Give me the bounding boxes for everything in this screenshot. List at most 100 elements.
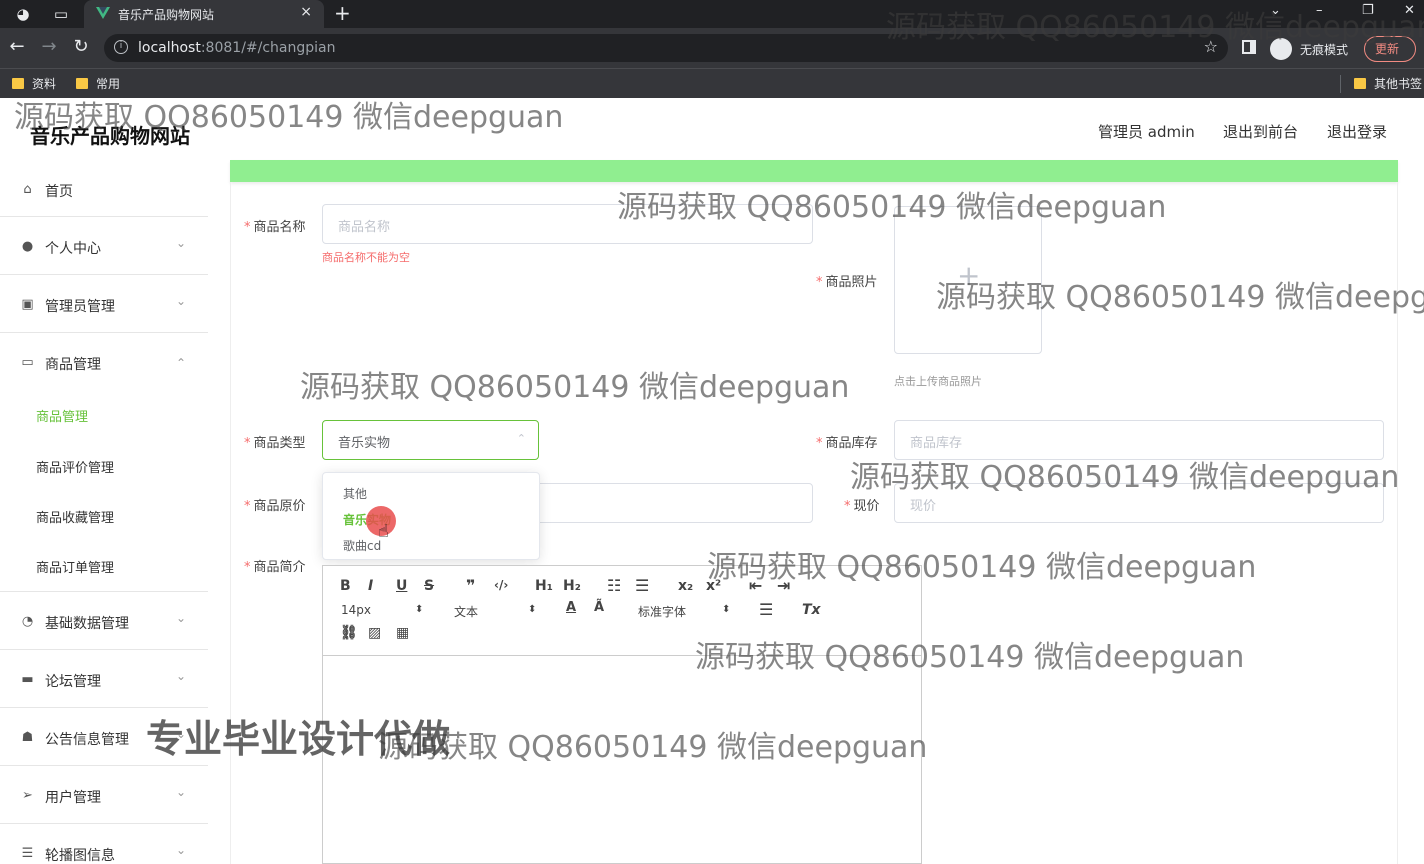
name-input[interactable]: 商品名称 [322, 204, 813, 244]
photo-label: * 商品照片 [816, 275, 878, 290]
chevron-down-icon: ⌄ [175, 294, 186, 308]
chevron-down-icon: ⌄ [175, 785, 186, 799]
sidebar-item-carousel[interactable]: ☰ 轮播图信息 ⌄ [0, 825, 208, 864]
bold-icon[interactable]: B [340, 578, 351, 594]
superscript-icon[interactable]: x² [706, 578, 721, 594]
bookmark-folder-other[interactable]: 其他书签 [1354, 75, 1422, 92]
admin-user-label: 管理员 admin [1098, 123, 1195, 141]
type-select[interactable]: 音乐实物 ⌃ [322, 420, 539, 460]
align-icon[interactable]: ☰ [759, 600, 773, 619]
chevron-up-icon: ⌃ [175, 356, 186, 370]
submenu-product-manage[interactable]: 商品管理 [36, 406, 88, 425]
price-label: * 现价 [844, 499, 880, 514]
bookmark-folder-changyong[interactable]: 常用 [76, 75, 120, 92]
minimize-icon[interactable]: – [1316, 3, 1323, 18]
logout-link[interactable]: 退出登录 [1327, 121, 1387, 142]
header1-icon[interactable]: H₁ [535, 578, 553, 594]
app-header: 音乐产品购物网站 管理员 admin 退出到前台 退出登录 [0, 98, 1424, 160]
restore-icon[interactable]: ❐ [1362, 3, 1374, 18]
image-icon[interactable]: ▨ [368, 625, 381, 641]
bookmark-star-icon[interactable]: ☆ [1204, 37, 1218, 56]
browser-globe-icon[interactable]: ◕ [14, 5, 32, 23]
sidebar-item-label: 首页 [45, 184, 73, 200]
exit-to-front-link[interactable]: 退出到前台 [1223, 121, 1298, 142]
submenu-product-favorite[interactable]: 商品收藏管理 [36, 507, 114, 526]
background-color-icon[interactable]: Ã [594, 600, 604, 615]
site-info-icon[interactable]: i [114, 40, 128, 54]
chevron-up-icon: ⌃ [516, 432, 526, 445]
new-tab-button[interactable]: + [334, 2, 351, 24]
link-icon[interactable]: ⛓ [340, 625, 358, 641]
tab-list-icon[interactable]: ⌄ [1270, 3, 1281, 18]
bookmark-separator [1340, 75, 1341, 93]
select-arrows-icon: ⬍ [722, 604, 731, 615]
tab-close-icon[interactable]: × [300, 4, 312, 20]
sidebar-item-profile[interactable]: ● 个人中心 ⌄ [0, 218, 208, 275]
incognito-icon[interactable] [1270, 38, 1292, 60]
folder-icon [76, 78, 88, 89]
price-input[interactable]: 现价 [894, 483, 1384, 523]
select-arrows-icon: ⬍ [415, 604, 424, 615]
code-icon[interactable]: ‹/› [494, 578, 508, 592]
stock-input[interactable]: 商品库存 [894, 420, 1384, 460]
chevron-down-icon: ⌄ [175, 669, 186, 683]
indent-icon[interactable]: ⇥ [777, 576, 790, 595]
select-arrows-icon: ⬍ [528, 604, 537, 615]
site-title: 音乐产品购物网站 [30, 124, 190, 148]
browser-tab-active[interactable]: 音乐产品购物网站 × [84, 0, 324, 28]
send-icon: ➢ [22, 788, 33, 803]
reload-icon[interactable]: ↻ [70, 36, 92, 58]
photo-upload[interactable]: + [894, 206, 1042, 354]
sidebar-item-admin[interactable]: ▣ 管理员管理 ⌄ [0, 276, 208, 333]
submenu-product-review[interactable]: 商品评价管理 [36, 457, 114, 476]
sidebar-item-users[interactable]: ➢ 用户管理 ⌄ [0, 767, 208, 824]
font-size-select[interactable]: 14px ⬍ [341, 603, 425, 617]
breadcrumb-bar [230, 160, 1398, 182]
incognito-label: 无痕模式 [1300, 43, 1349, 57]
side-panel-icon[interactable] [1242, 40, 1256, 54]
list-icon: ☰ [21, 846, 34, 861]
chevron-down-icon: ⌄ [175, 611, 186, 625]
close-window-icon[interactable]: ✕ [1404, 3, 1415, 18]
sidebar-item-forum[interactable]: ▬ 论坛管理 ⌄ [0, 651, 208, 708]
forward-icon[interactable]: → [38, 36, 60, 58]
sidebar-item-label: 个人中心 [45, 241, 101, 257]
ordered-list-icon[interactable]: ☷ [607, 576, 621, 595]
sidebar-item-home[interactable]: ⌂ 首页 [0, 160, 208, 217]
header2-icon[interactable]: H₂ [563, 578, 581, 594]
submenu-product-order[interactable]: 商品订单管理 [36, 557, 114, 576]
video-icon[interactable]: ▦ [396, 625, 409, 641]
tab-search-icon[interactable]: ▭ [52, 5, 70, 23]
folder-icon [12, 78, 24, 89]
type-selected-value: 音乐实物 [338, 436, 391, 451]
photo-upload-hint: 点击上传商品照片 [894, 375, 982, 388]
font-family-select[interactable]: 标准字体 ⬍ [638, 603, 732, 620]
italic-icon[interactable]: I [368, 578, 373, 594]
subscript-icon[interactable]: x₂ [678, 578, 693, 594]
underline-icon[interactable]: U [396, 578, 407, 594]
sidebar-item-products[interactable]: ▭ 商品管理 ⌃ 商品管理 商品评价管理 商品收藏管理 商品订单管理 [0, 334, 208, 592]
intro-label: * 商品简介 [244, 560, 306, 575]
type-option-cd[interactable]: 歌曲cd [343, 537, 381, 554]
quote-icon[interactable]: ❞ [466, 576, 475, 595]
sidebar-item-label: 用户管理 [45, 790, 101, 806]
outdent-icon[interactable]: ⇤ [749, 576, 762, 595]
user-icon: ● [21, 239, 34, 254]
address-bar[interactable]: i localhost:8081/#/changpian ☆ [104, 34, 1228, 62]
sidebar-item-basic-data[interactable]: ◔ 基础数据管理 ⌄ [0, 593, 208, 650]
clear-format-icon[interactable]: Tx [802, 602, 821, 618]
sidebar-item-label: 公告信息管理 [45, 732, 129, 748]
strike-icon[interactable]: S [424, 578, 434, 594]
gauge-icon: ◔ [21, 614, 34, 629]
font-color-icon[interactable]: A [566, 600, 576, 615]
update-button[interactable]: 更新 [1364, 36, 1416, 62]
back-icon[interactable]: ← [6, 36, 28, 58]
bookmark-folder-ziliao[interactable]: 资料 [12, 75, 56, 92]
bullet-list-icon[interactable]: ☰ [635, 576, 649, 595]
text-type-select[interactable]: 文本 ⬍ [454, 603, 538, 620]
sidebar-item-label: 管理员管理 [45, 299, 115, 315]
tab-title: 音乐产品购物网站 [118, 8, 215, 22]
type-dropdown: 其他 音乐实物 歌曲cd [322, 472, 540, 560]
type-option-other[interactable]: 其他 [343, 485, 367, 502]
home-icon: ⌂ [23, 182, 32, 197]
